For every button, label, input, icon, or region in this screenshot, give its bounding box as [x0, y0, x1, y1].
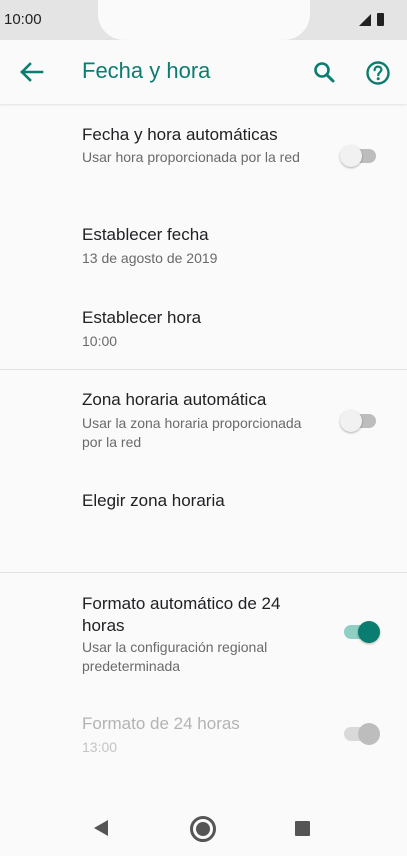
setting-subtitle: 10:00: [82, 333, 118, 349]
setting-title: Establecer fecha: [82, 225, 209, 244]
display-notch: [98, 0, 310, 40]
setting-subtitle: Usar hora proporcionada por la red: [82, 149, 300, 165]
back-button[interactable]: [14, 56, 50, 88]
setting-subtitle: Usar la configuración regional predeterm…: [82, 639, 268, 674]
auto-timezone-switch[interactable]: [340, 409, 378, 433]
search-button[interactable]: [308, 57, 340, 89]
status-icons: [359, 12, 399, 28]
setting-title: Elegir zona horaria: [82, 491, 225, 510]
setting-title: Formato de 24 horas: [82, 714, 240, 733]
switch-thumb: [358, 723, 380, 745]
setting-set-time[interactable]: Establecer hora 10:00: [0, 294, 407, 366]
setting-title: Fecha y hora automáticas: [82, 125, 278, 144]
switch-thumb: [340, 410, 362, 432]
setting-title: Establecer hora: [82, 308, 202, 327]
arrow-left-icon: [20, 62, 44, 82]
setting-title: Formato automático de 24 horas: [82, 594, 281, 635]
setting-title: Zona horaria automática: [82, 390, 267, 409]
status-time: 10:00: [4, 11, 42, 28]
square-recents-icon[interactable]: [295, 821, 310, 836]
setting-auto-24h[interactable]: Formato automático de 24 horas Usar la c…: [0, 582, 407, 692]
page-title: Fecha y hora: [82, 58, 211, 83]
setting-auto-datetime[interactable]: Fecha y hora automáticas Usar hora propo…: [0, 112, 407, 196]
setting-set-date[interactable]: Establecer fecha 13 de agosto de 2019: [0, 210, 407, 282]
auto-datetime-switch[interactable]: [340, 144, 378, 168]
switch-thumb: [340, 145, 362, 167]
section-divider: [0, 572, 407, 573]
search-icon: [314, 62, 335, 83]
setting-subtitle: 13 de agosto de 2019: [82, 250, 218, 266]
battery-icon: [377, 13, 384, 26]
section-divider: [0, 369, 407, 370]
help-button[interactable]: [362, 57, 394, 89]
status-bar: 10:00: [0, 0, 407, 40]
circle-home-icon[interactable]: [190, 816, 216, 842]
home-dot: [196, 822, 210, 836]
switch-thumb: [358, 621, 380, 643]
format-24h-switch: [340, 722, 380, 746]
navigation-bar: [0, 800, 407, 856]
triangle-back-icon[interactable]: [94, 820, 108, 836]
setting-auto-timezone[interactable]: Zona horaria automática Usar la zona hor…: [0, 378, 407, 462]
setting-subtitle: 13:00: [82, 739, 118, 755]
signal-icon: [359, 14, 371, 26]
help-circle-icon: [366, 61, 390, 85]
setting-choose-timezone[interactable]: Elegir zona horaria: [0, 478, 407, 550]
setting-24h-format: Formato de 24 horas 13:00: [0, 702, 407, 774]
auto-24h-switch[interactable]: [340, 620, 380, 644]
app-bar: Fecha y hora: [0, 40, 407, 104]
setting-subtitle: Usar la zona horaria proporcionada por l…: [82, 415, 302, 450]
